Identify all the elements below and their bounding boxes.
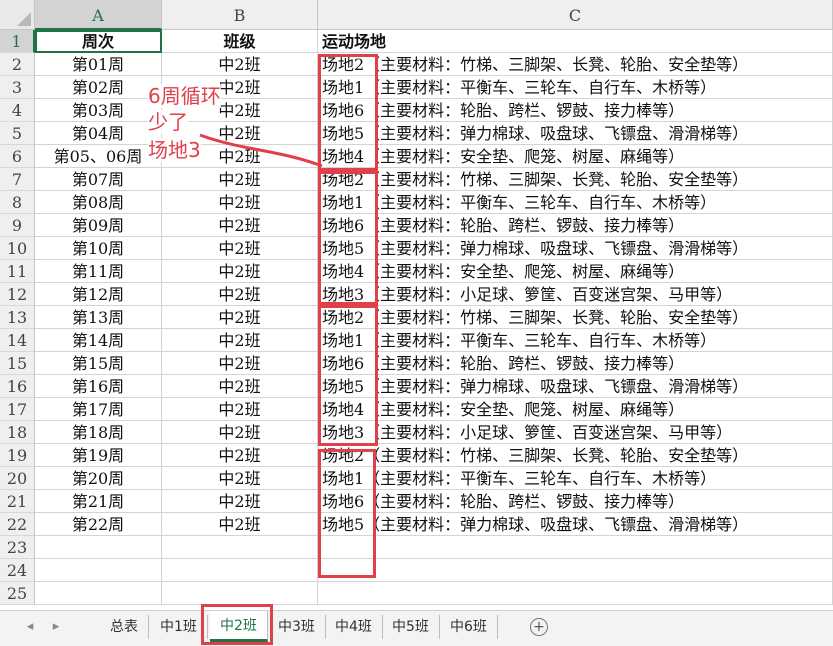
sheet-tab-bar: ◂ ▸ 总表 中1班 中2班 中3班 中4班 中5班 中6班 +: [0, 610, 833, 646]
sheet-tab[interactable]: 总表: [100, 615, 149, 639]
sheet-tab[interactable]: 中5班: [382, 615, 440, 639]
sheet-tab[interactable]: 中6班: [440, 615, 498, 639]
annotation-text-line3: 场地3: [148, 138, 201, 162]
sheet-tab[interactable]: 中4班: [325, 615, 383, 639]
annotation-arrow: [199, 133, 323, 168]
scroll-right-icon[interactable]: ▸: [48, 619, 64, 634]
sheet-tab[interactable]: 中3班: [268, 615, 326, 639]
annotation-text-line1: 6周循环: [148, 84, 221, 108]
annotation-text-line2: 少了: [148, 110, 188, 134]
scroll-left-icon[interactable]: ◂: [22, 619, 38, 634]
add-sheet-icon[interactable]: +: [530, 618, 548, 636]
sheet-tab[interactable]: 中1班: [150, 615, 208, 639]
sheet-tab[interactable]: 中2班: [210, 611, 268, 642]
